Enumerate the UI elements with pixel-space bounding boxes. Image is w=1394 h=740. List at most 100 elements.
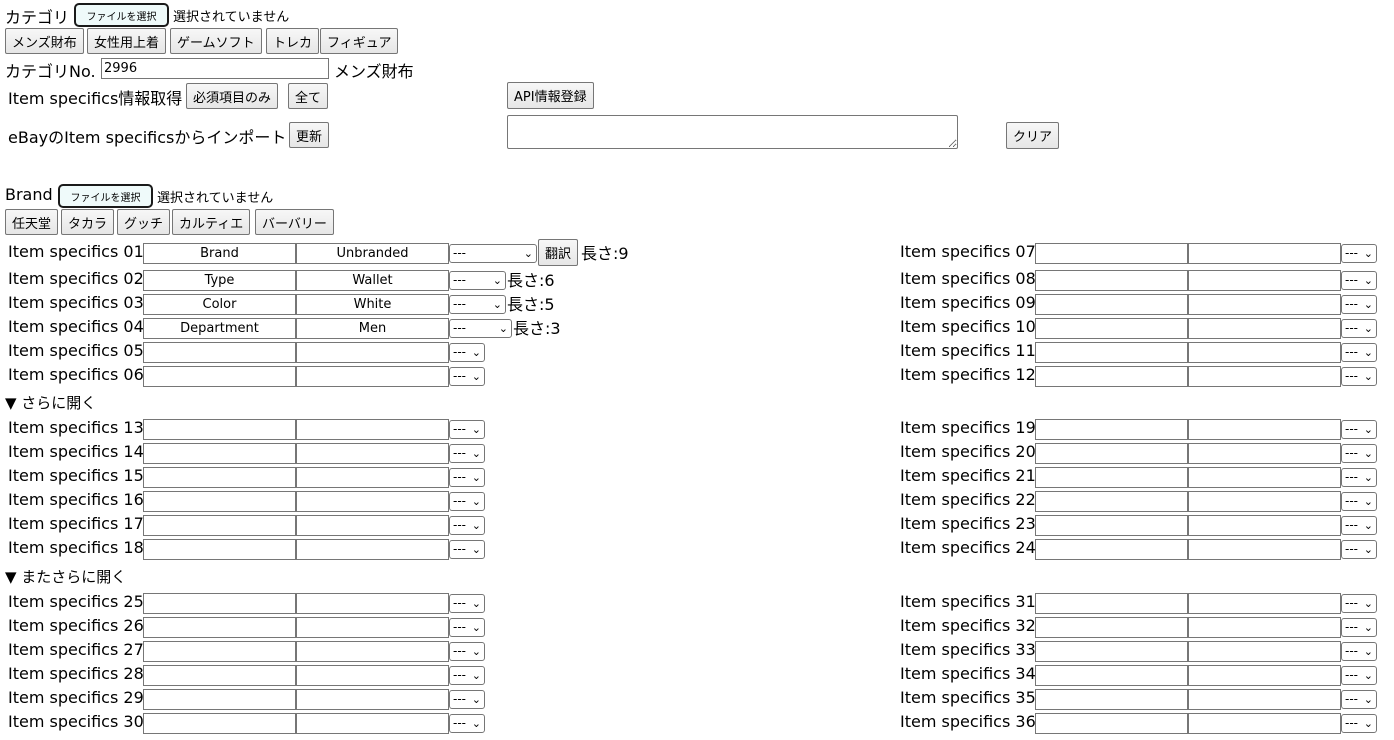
brand-preset-button-2[interactable]: グッチ (117, 209, 171, 235)
item-specifics-select[interactable]: --- ⌄ (449, 420, 485, 439)
item-specifics-name-input[interactable] (1035, 467, 1188, 488)
item-specifics-value-input[interactable]: Unbranded (296, 243, 449, 264)
item-specifics-name-input[interactable] (143, 713, 296, 734)
item-specifics-name-input[interactable] (1035, 713, 1188, 734)
item-specifics-select[interactable]: --- ⌄ (449, 271, 506, 290)
item-specifics-name-input[interactable] (143, 491, 296, 512)
item-specifics-value-input[interactable] (296, 342, 449, 363)
item-specifics-name-input[interactable] (1035, 366, 1188, 387)
item-specifics-select[interactable]: --- ⌄ (1341, 492, 1377, 511)
clear-button[interactable]: クリア (1006, 122, 1060, 149)
item-specifics-select[interactable]: --- ⌄ (1341, 618, 1377, 637)
brand-file-button[interactable]: ファイルを選択 (58, 184, 153, 208)
item-specifics-select[interactable]: --- ⌄ (449, 618, 485, 637)
item-specifics-name-input[interactable]: Department (143, 318, 296, 339)
item-specifics-name-input[interactable] (1035, 243, 1188, 264)
item-specifics-value-input[interactable] (296, 689, 449, 710)
item-specifics-value-input[interactable] (1188, 713, 1341, 734)
item-specifics-select[interactable]: --- ⌄ (1341, 420, 1377, 439)
item-specifics-name-input[interactable] (143, 515, 296, 536)
item-specifics-value-input[interactable] (1188, 342, 1341, 363)
translate-button[interactable]: 翻訳 (538, 239, 579, 266)
import-textarea[interactable] (507, 115, 958, 149)
required-only-button[interactable]: 必須項目のみ (186, 83, 279, 109)
item-specifics-select[interactable]: --- ⌄ (449, 444, 485, 463)
category-preset-button-4[interactable]: フィギュア (320, 28, 399, 54)
brand-preset-button-4[interactable]: バーバリー (255, 209, 334, 235)
item-specifics-value-input[interactable] (1188, 593, 1341, 614)
item-specifics-name-input[interactable]: Type (143, 270, 296, 291)
item-specifics-value-input[interactable] (296, 665, 449, 686)
item-specifics-name-input[interactable] (1035, 641, 1188, 662)
item-specifics-value-input[interactable] (296, 467, 449, 488)
item-specifics-select[interactable]: --- ⌄ (1341, 244, 1377, 263)
item-specifics-name-input[interactable] (1035, 419, 1188, 440)
item-specifics-name-input[interactable] (143, 366, 296, 387)
item-specifics-select[interactable]: --- ⌄ (1341, 319, 1377, 338)
expand-even-more-toggle[interactable]: ▼ またさらに開く (5, 566, 126, 587)
all-button[interactable]: 全て (288, 83, 329, 109)
item-specifics-name-input[interactable] (1035, 515, 1188, 536)
item-specifics-name-input[interactable] (1035, 617, 1188, 638)
item-specifics-select[interactable]: --- ⌄ (449, 244, 537, 263)
item-specifics-name-input[interactable] (143, 641, 296, 662)
item-specifics-value-input[interactable] (1188, 366, 1341, 387)
update-button[interactable]: 更新 (289, 122, 330, 148)
item-specifics-value-input[interactable] (296, 515, 449, 536)
item-specifics-value-input[interactable] (1188, 443, 1341, 464)
item-specifics-name-input[interactable] (143, 539, 296, 560)
item-specifics-select[interactable]: --- ⌄ (1341, 367, 1377, 386)
item-specifics-select[interactable]: --- ⌄ (1341, 714, 1377, 733)
category-preset-button-2[interactable]: ゲームソフト (170, 28, 262, 54)
item-specifics-value-input[interactable] (296, 419, 449, 440)
item-specifics-name-input[interactable]: Color (143, 294, 296, 315)
item-specifics-value-input[interactable] (296, 641, 449, 662)
item-specifics-value-input[interactable] (296, 366, 449, 387)
item-specifics-select[interactable]: --- ⌄ (449, 594, 485, 613)
item-specifics-value-input[interactable] (296, 443, 449, 464)
item-specifics-name-input[interactable] (1035, 491, 1188, 512)
item-specifics-value-input[interactable] (1188, 641, 1341, 662)
item-specifics-select[interactable]: --- ⌄ (449, 642, 485, 661)
item-specifics-select[interactable]: --- ⌄ (1341, 444, 1377, 463)
item-specifics-value-input[interactable] (1188, 294, 1341, 315)
item-specifics-select[interactable]: --- ⌄ (449, 367, 485, 386)
item-specifics-value-input[interactable] (1188, 243, 1341, 264)
item-specifics-select[interactable]: --- ⌄ (1341, 594, 1377, 613)
item-specifics-name-input[interactable] (143, 665, 296, 686)
item-specifics-value-input[interactable] (1188, 491, 1341, 512)
item-specifics-name-input[interactable] (143, 419, 296, 440)
item-specifics-name-input[interactable] (143, 443, 296, 464)
item-specifics-name-input[interactable] (143, 467, 296, 488)
item-specifics-select[interactable]: --- ⌄ (1341, 666, 1377, 685)
item-specifics-value-input[interactable] (1188, 270, 1341, 291)
item-specifics-name-input[interactable] (1035, 539, 1188, 560)
expand-more-toggle[interactable]: ▼ さらに開く (5, 392, 96, 413)
item-specifics-value-input[interactable] (1188, 617, 1341, 638)
api-register-button[interactable]: API情報登録 (507, 82, 594, 109)
item-specifics-value-input[interactable] (1188, 539, 1341, 560)
item-specifics-select[interactable]: --- ⌄ (449, 666, 485, 685)
item-specifics-name-input[interactable] (1035, 443, 1188, 464)
brand-preset-button-0[interactable]: 任天堂 (5, 209, 59, 235)
item-specifics-value-input[interactable]: White (296, 294, 449, 315)
item-specifics-select[interactable]: --- ⌄ (449, 714, 485, 733)
item-specifics-value-input[interactable] (1188, 665, 1341, 686)
item-specifics-name-input[interactable] (143, 342, 296, 363)
item-specifics-name-input[interactable] (1035, 665, 1188, 686)
item-specifics-name-input[interactable] (1035, 593, 1188, 614)
item-specifics-value-input[interactable] (296, 713, 449, 734)
item-specifics-select[interactable]: --- ⌄ (449, 540, 485, 559)
item-specifics-select[interactable]: --- ⌄ (1341, 295, 1377, 314)
item-specifics-value-input[interactable]: Wallet (296, 270, 449, 291)
item-specifics-value-input[interactable] (1188, 419, 1341, 440)
category-no-input[interactable]: 2996 (101, 58, 329, 79)
item-specifics-value-input[interactable] (1188, 515, 1341, 536)
item-specifics-value-input[interactable] (1188, 689, 1341, 710)
item-specifics-value-input[interactable] (296, 593, 449, 614)
item-specifics-value-input[interactable]: Men (296, 318, 449, 339)
item-specifics-name-input[interactable] (1035, 318, 1188, 339)
brand-preset-button-1[interactable]: タカラ (61, 209, 115, 235)
item-specifics-name-input[interactable] (1035, 342, 1188, 363)
item-specifics-name-input[interactable] (143, 689, 296, 710)
